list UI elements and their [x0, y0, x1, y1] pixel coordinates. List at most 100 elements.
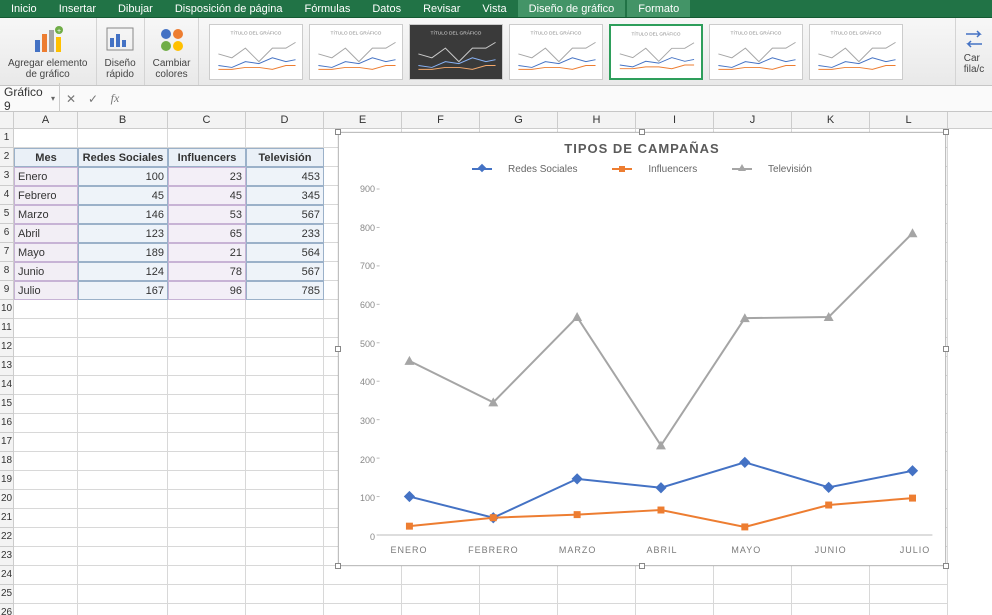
- cell[interactable]: [168, 319, 246, 338]
- row-header[interactable]: 17: [0, 433, 13, 452]
- cell[interactable]: [168, 414, 246, 433]
- cell[interactable]: [246, 300, 324, 319]
- cell[interactable]: [14, 566, 78, 585]
- chart-object[interactable]: TIPOS DE CAMPAÑAS Redes Sociales Influen…: [338, 132, 946, 566]
- cell[interactable]: 45: [168, 186, 246, 205]
- cell[interactable]: [168, 129, 246, 148]
- cell[interactable]: [714, 585, 792, 604]
- cell[interactable]: Influencers: [168, 148, 246, 167]
- resize-handle[interactable]: [335, 563, 341, 569]
- cell[interactable]: [14, 319, 78, 338]
- cell[interactable]: 96: [168, 281, 246, 300]
- row-header[interactable]: 18: [0, 452, 13, 471]
- cell[interactable]: [168, 300, 246, 319]
- cell[interactable]: [14, 528, 78, 547]
- ribbon-tab[interactable]: Formato: [627, 0, 690, 17]
- resize-handle[interactable]: [943, 346, 949, 352]
- cell[interactable]: [246, 129, 324, 148]
- cell[interactable]: [558, 585, 636, 604]
- cell[interactable]: [78, 490, 168, 509]
- chart-style-thumb[interactable]: TÍTULO DEL GRÁFICO: [709, 24, 803, 80]
- cell[interactable]: [792, 566, 870, 585]
- ribbon-tab[interactable]: Vista: [471, 0, 517, 17]
- cell[interactable]: 21: [168, 243, 246, 262]
- cell[interactable]: [870, 585, 948, 604]
- chart-style-thumb[interactable]: TÍTULO DEL GRÁFICO: [809, 24, 903, 80]
- cell[interactable]: Redes Sociales: [78, 148, 168, 167]
- cell[interactable]: [78, 414, 168, 433]
- row-header[interactable]: 8: [0, 262, 13, 281]
- cell[interactable]: [78, 547, 168, 566]
- cell[interactable]: [78, 319, 168, 338]
- cell[interactable]: [14, 129, 78, 148]
- cell[interactable]: [324, 585, 402, 604]
- cell[interactable]: [14, 433, 78, 452]
- cell[interactable]: [246, 471, 324, 490]
- cell[interactable]: [480, 566, 558, 585]
- cell[interactable]: [246, 376, 324, 395]
- cell[interactable]: [78, 585, 168, 604]
- cell[interactable]: [14, 585, 78, 604]
- cell[interactable]: 453: [246, 167, 324, 186]
- cell[interactable]: [246, 395, 324, 414]
- cell[interactable]: [402, 604, 480, 615]
- column-header[interactable]: K: [792, 112, 870, 128]
- row-header[interactable]: 4: [0, 186, 13, 205]
- cell[interactable]: [168, 585, 246, 604]
- cell[interactable]: 567: [246, 262, 324, 281]
- cell[interactable]: [480, 585, 558, 604]
- cell[interactable]: 233: [246, 224, 324, 243]
- cell[interactable]: [168, 490, 246, 509]
- cell[interactable]: [168, 547, 246, 566]
- cell[interactable]: [246, 566, 324, 585]
- row-header[interactable]: 9: [0, 281, 13, 300]
- column-header[interactable]: E: [324, 112, 402, 128]
- resize-handle[interactable]: [639, 563, 645, 569]
- cell[interactable]: [480, 604, 558, 615]
- cell[interactable]: 65: [168, 224, 246, 243]
- cell[interactable]: [324, 604, 402, 615]
- resize-handle[interactable]: [943, 129, 949, 135]
- cell[interactable]: [14, 338, 78, 357]
- formula-input[interactable]: [126, 97, 992, 101]
- change-colors-button[interactable]: Cambiarcolores: [145, 18, 200, 85]
- column-header[interactable]: D: [246, 112, 324, 128]
- chart-style-thumb[interactable]: TÍTULO DEL GRÁFICO: [609, 24, 703, 80]
- cell[interactable]: 53: [168, 205, 246, 224]
- add-chart-element-button[interactable]: + Agregar elementode gráfico: [0, 18, 97, 85]
- ribbon-tab[interactable]: Insertar: [48, 0, 107, 17]
- legend-item[interactable]: Televisión: [724, 164, 820, 175]
- cell[interactable]: [246, 357, 324, 376]
- cell[interactable]: [78, 338, 168, 357]
- cell[interactable]: [168, 528, 246, 547]
- cell[interactable]: Abril: [14, 224, 78, 243]
- cell[interactable]: 345: [246, 186, 324, 205]
- quick-layout-button[interactable]: Diseñorápido: [97, 18, 145, 85]
- cell[interactable]: Marzo: [14, 205, 78, 224]
- cell[interactable]: Mes: [14, 148, 78, 167]
- cell[interactable]: [168, 376, 246, 395]
- resize-handle[interactable]: [943, 563, 949, 569]
- cell[interactable]: [14, 300, 78, 319]
- cell[interactable]: [246, 509, 324, 528]
- row-header[interactable]: 21: [0, 509, 13, 528]
- cell[interactable]: Junio: [14, 262, 78, 281]
- column-header[interactable]: C: [168, 112, 246, 128]
- row-header[interactable]: 14: [0, 376, 13, 395]
- cell[interactable]: [14, 471, 78, 490]
- ribbon-tab[interactable]: Datos: [361, 0, 412, 17]
- cell[interactable]: [246, 452, 324, 471]
- cell[interactable]: [168, 433, 246, 452]
- cell[interactable]: [78, 471, 168, 490]
- cell[interactable]: 78: [168, 262, 246, 281]
- select-all-corner[interactable]: [0, 112, 14, 128]
- row-header[interactable]: 10: [0, 300, 13, 319]
- cell[interactable]: [168, 471, 246, 490]
- cell[interactable]: [168, 566, 246, 585]
- cell[interactable]: [78, 129, 168, 148]
- cell[interactable]: [168, 604, 246, 615]
- cell[interactable]: Mayo: [14, 243, 78, 262]
- cell[interactable]: Julio: [14, 281, 78, 300]
- chart-style-thumb[interactable]: TÍTULO DEL GRÁFICO: [409, 24, 503, 80]
- cell[interactable]: [246, 414, 324, 433]
